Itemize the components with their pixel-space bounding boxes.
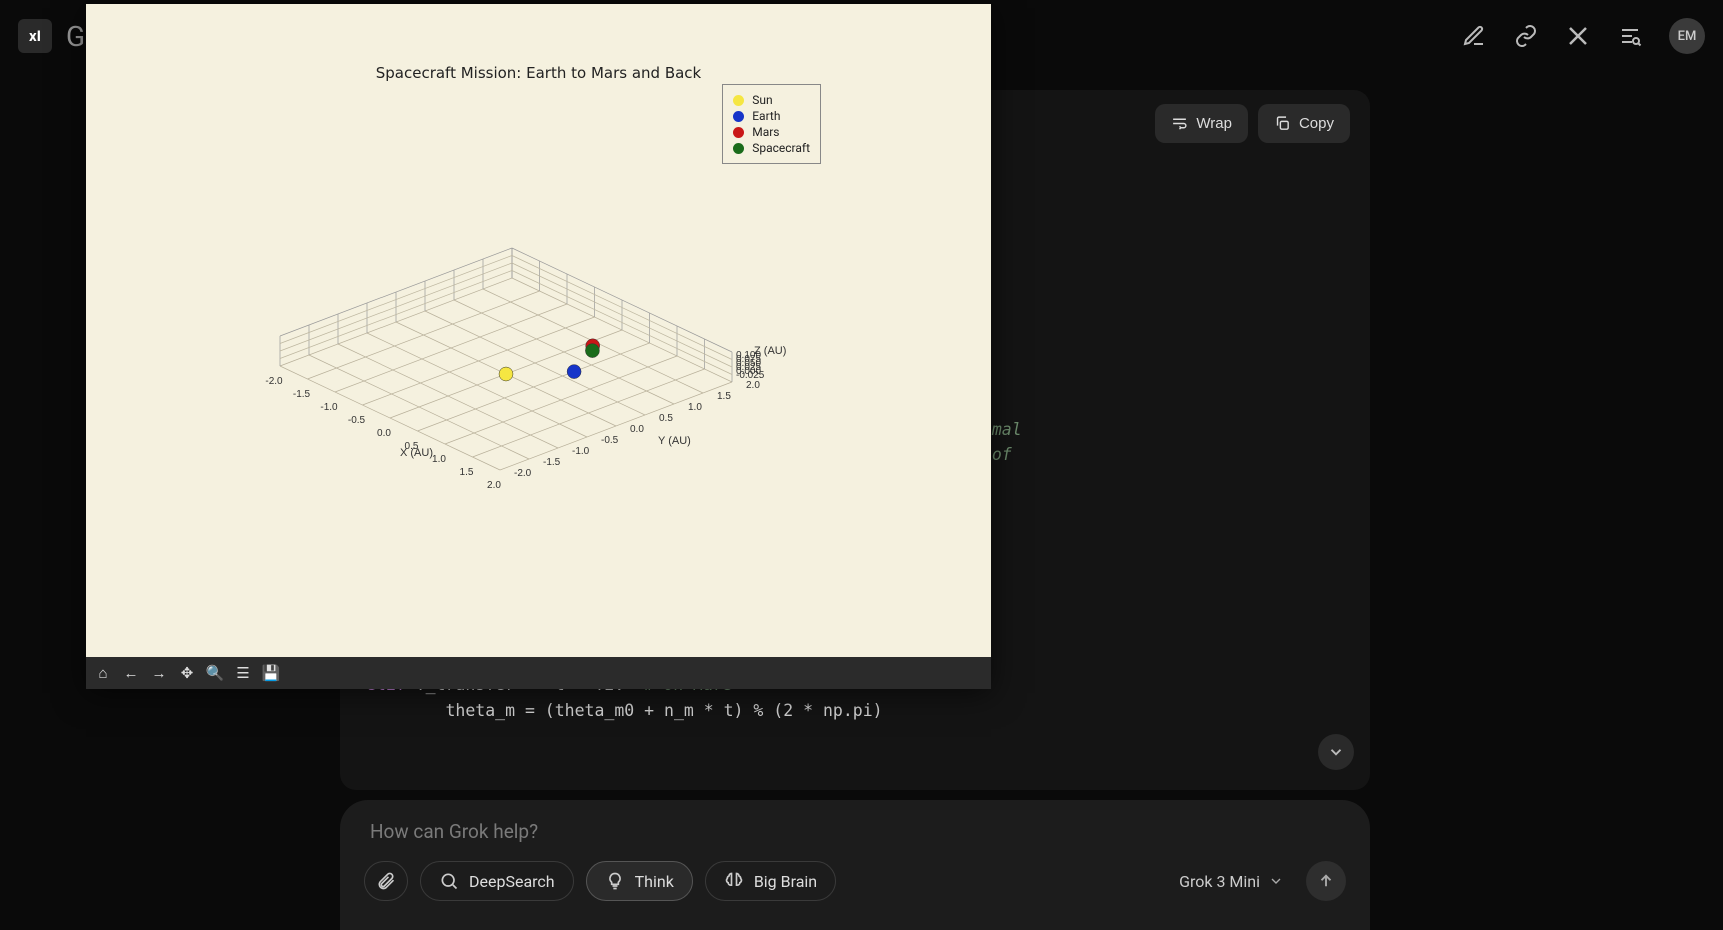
- legend-label: Mars: [752, 125, 779, 139]
- legend-dot-icon: [733, 143, 744, 154]
- think-label: Think: [635, 872, 674, 891]
- legend-item: Mars: [733, 125, 810, 139]
- plot-legend: Sun Earth Mars Spacecraft: [722, 84, 821, 164]
- mpl-forward-icon[interactable]: →: [146, 660, 172, 686]
- svg-text:0.0: 0.0: [377, 428, 391, 439]
- data-point-sun: [499, 367, 513, 381]
- plot-canvas[interactable]: Spacecraft Mission: Earth to Mars and Ba…: [86, 4, 991, 657]
- mpl-home-icon[interactable]: ⌂: [90, 660, 116, 686]
- mpl-save-icon[interactable]: 💾: [258, 660, 284, 686]
- legend-item: Sun: [733, 93, 810, 107]
- svg-text:-0.5: -0.5: [601, 435, 619, 446]
- link-icon[interactable]: [1513, 23, 1539, 49]
- svg-text:-2.0: -2.0: [265, 376, 283, 387]
- mpl-zoom-icon[interactable]: 🔍: [202, 660, 228, 686]
- mpl-subplots-icon[interactable]: ☰: [230, 660, 256, 686]
- plot-3d-axes: -2.0-1.5-1.0-0.50.00.51.01.52.0-2.0-1.5-…: [246, 174, 866, 534]
- legend-dot-icon: [733, 111, 744, 122]
- matplotlib-window: Spacecraft Mission: Earth to Mars and Ba…: [86, 4, 991, 689]
- svg-text:1.5: 1.5: [717, 391, 731, 402]
- plot-title: Spacecraft Mission: Earth to Mars and Ba…: [86, 64, 991, 82]
- mpl-back-icon[interactable]: ←: [118, 660, 144, 686]
- svg-text:1.0: 1.0: [432, 454, 446, 465]
- deepsearch-label: DeepSearch: [469, 872, 555, 891]
- chat-input-bar: How can Grok help? DeepSearch Think Big …: [340, 800, 1370, 930]
- copy-label: Copy: [1299, 112, 1334, 135]
- svg-text:-1.5: -1.5: [293, 389, 311, 400]
- svg-text:-1.5: -1.5: [543, 457, 561, 468]
- bigbrain-label: Big Brain: [754, 872, 817, 891]
- legend-label: Earth: [752, 109, 780, 123]
- copy-button[interactable]: Copy: [1258, 104, 1350, 143]
- svg-text:1.0: 1.0: [688, 402, 702, 413]
- deepsearch-button[interactable]: DeepSearch: [420, 861, 574, 901]
- legend-item: Earth: [733, 109, 810, 123]
- svg-text:2.0: 2.0: [487, 480, 501, 491]
- legend-dot-icon: [733, 95, 744, 106]
- svg-text:X (AU): X (AU): [400, 447, 433, 459]
- svg-text:0.5: 0.5: [659, 413, 673, 424]
- avatar[interactable]: EM: [1669, 18, 1705, 54]
- svg-text:-0.5: -0.5: [348, 415, 366, 426]
- data-point-earth: [567, 365, 581, 379]
- legend-item: Spacecraft: [733, 141, 810, 155]
- chat-input[interactable]: How can Grok help?: [364, 820, 1346, 843]
- svg-text:2.0: 2.0: [746, 380, 760, 391]
- xai-logo[interactable]: xI: [18, 19, 52, 53]
- legend-label: Sun: [752, 93, 772, 107]
- svg-text:1.5: 1.5: [460, 467, 474, 478]
- model-selector[interactable]: Grok 3 Mini: [1169, 866, 1294, 897]
- send-button[interactable]: [1306, 861, 1346, 901]
- header-right: EM: [1461, 18, 1705, 54]
- wrap-button[interactable]: Wrap: [1155, 104, 1248, 143]
- search-list-icon[interactable]: [1617, 23, 1643, 49]
- attach-button[interactable]: [364, 861, 408, 901]
- data-point-spacecraft: [585, 344, 599, 358]
- svg-text:0.0: 0.0: [630, 424, 644, 435]
- bigbrain-button[interactable]: Big Brain: [705, 861, 836, 901]
- think-button[interactable]: Think: [586, 861, 693, 901]
- app-initial: G: [66, 20, 85, 53]
- svg-text:-1.0: -1.0: [572, 446, 590, 457]
- header-left: xI G: [18, 19, 85, 53]
- compose-icon[interactable]: [1461, 23, 1487, 49]
- svg-text:Y (AU): Y (AU): [658, 435, 691, 447]
- mpl-toolbar: ⌂ ← → ✥ 🔍 ☰ 💾: [86, 657, 991, 689]
- svg-text:-2.0: -2.0: [514, 468, 532, 479]
- code-actions: Wrap Copy: [1155, 104, 1350, 143]
- mpl-pan-icon[interactable]: ✥: [174, 660, 200, 686]
- scroll-down-button[interactable]: [1318, 734, 1354, 770]
- legend-dot-icon: [733, 127, 744, 138]
- x-logo-icon[interactable]: [1565, 23, 1591, 49]
- model-name: Grok 3 Mini: [1179, 872, 1260, 891]
- wrap-label: Wrap: [1196, 112, 1232, 135]
- svg-text:-0.025: -0.025: [736, 370, 765, 381]
- legend-label: Spacecraft: [752, 141, 810, 155]
- input-controls: DeepSearch Think Big Brain Grok 3 Mini: [364, 861, 1346, 901]
- svg-text:-1.0: -1.0: [320, 402, 338, 413]
